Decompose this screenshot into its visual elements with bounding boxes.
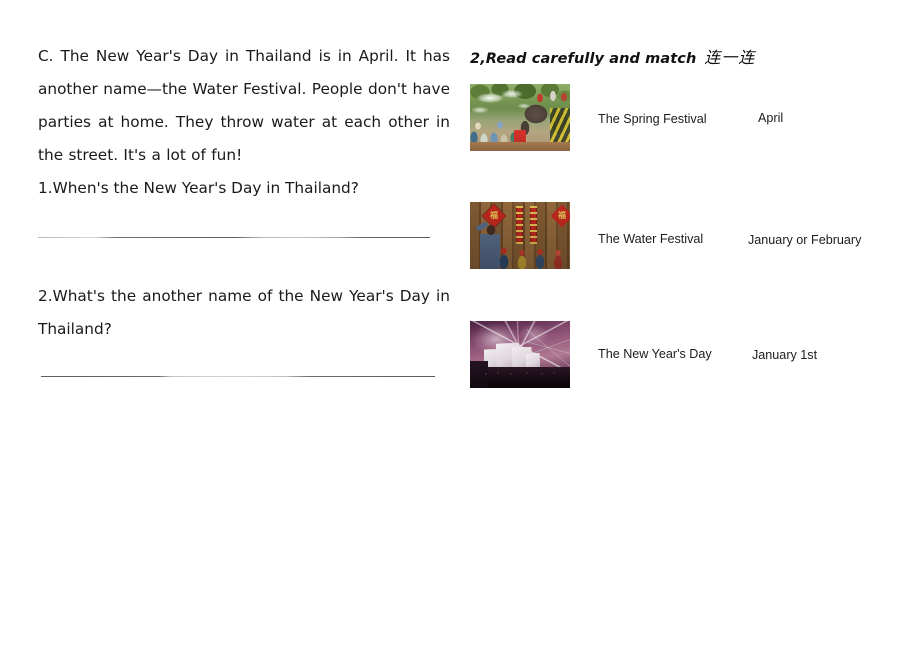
ground bbox=[470, 142, 570, 151]
question-1: 1.When's the New Year's Day in Thailand? bbox=[38, 179, 359, 197]
date-label[interactable]: January 1st bbox=[752, 348, 817, 362]
section-title-english: 2,Read carefully and match bbox=[470, 51, 697, 67]
match-row: The Spring Festival April bbox=[470, 84, 900, 154]
date-label[interactable]: April bbox=[758, 111, 783, 125]
question-2: 2.What's the another name of the New Yea… bbox=[38, 287, 450, 338]
festival-label[interactable]: The New Year's Day bbox=[598, 347, 712, 361]
matching-section-header: 2,Read carefully and match 连一连 bbox=[470, 44, 900, 68]
reading-passage-column: C. The New Year's Day in Thailand is in … bbox=[38, 40, 450, 205]
festival-label[interactable]: The Spring Festival bbox=[598, 112, 707, 126]
date-label[interactable]: January or February bbox=[748, 233, 861, 247]
answer-line-1[interactable] bbox=[38, 237, 430, 238]
city-lights bbox=[480, 371, 560, 377]
water-festival-photo bbox=[470, 84, 570, 151]
passage-text: C. The New Year's Day in Thailand is in … bbox=[38, 47, 450, 164]
section-title-chinese: 连一连 bbox=[704, 48, 756, 67]
question-2-block: 2.What's the another name of the New Yea… bbox=[38, 280, 450, 346]
new-years-fireworks-photo bbox=[470, 321, 570, 388]
festival-label[interactable]: The Water Festival bbox=[598, 232, 703, 246]
spring-festival-photo: 福 福 bbox=[470, 202, 570, 269]
answer-line-2[interactable] bbox=[41, 376, 435, 377]
section-title: 2,Read carefully and match 连一连 bbox=[470, 44, 900, 68]
match-row: The New Year's Day January 1st bbox=[470, 321, 900, 391]
elephant-riders bbox=[534, 88, 570, 106]
match-row: 福 福 The Water Festival January or Februa… bbox=[470, 202, 900, 272]
photo-shading bbox=[470, 202, 570, 269]
water-spray bbox=[472, 88, 534, 122]
